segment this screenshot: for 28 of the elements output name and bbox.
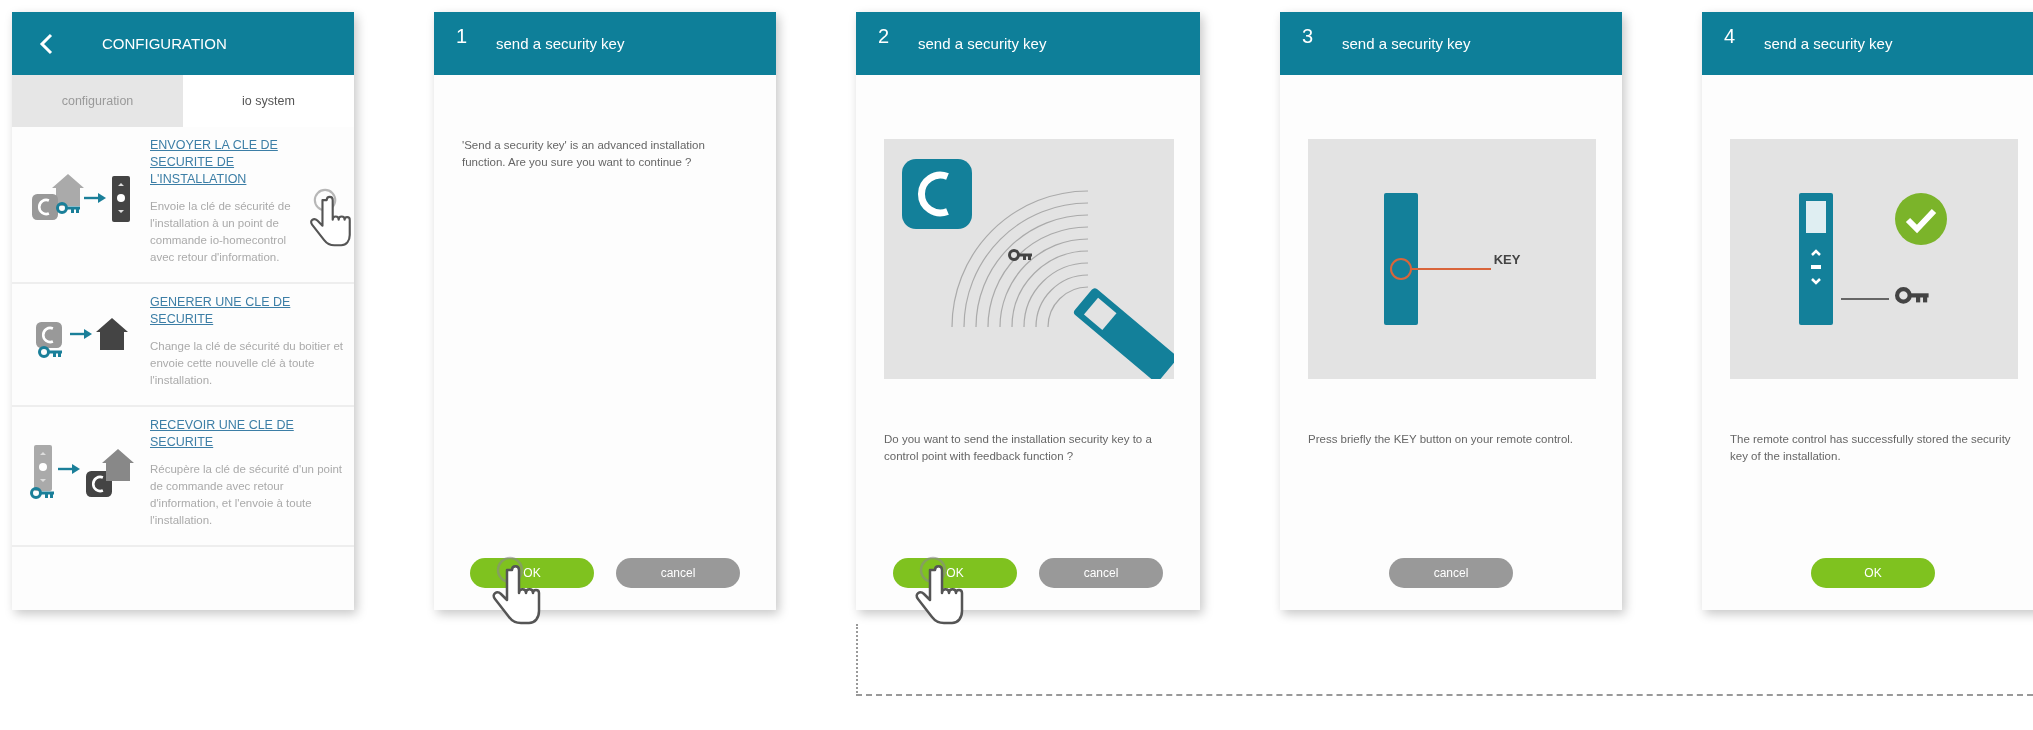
message-text: The remote control has successfully stored the security key of the installation. [1730, 432, 2012, 464]
item-title-link[interactable]: ENVOYER LA CLE DE SECURITE DE L'INSTALLATION [150, 137, 300, 188]
screen-title: send a security key [496, 35, 625, 52]
item-title-link[interactable]: RECEVOIR UNE CLE DE SECURITE [150, 417, 344, 451]
item-description: Récupère la clé de sécurité d'un point de commande avec retour d'information, et l'envoie à toute l'installation. [150, 462, 344, 528]
step-number: 2 [877, 25, 891, 48]
back-icon[interactable] [38, 32, 54, 55]
screen-title: send a security key [1764, 35, 1893, 52]
step-number: 4 [1723, 25, 1737, 48]
list-item[interactable]: ENVOYER LA CLE DE SECURITE DE L'INSTALLATION Envoie la clé de sécurité de l'installation à un point de commande io-homecontrol avec retour d'information. [12, 127, 354, 284]
step-number: 3 [1301, 25, 1315, 48]
list-item[interactable]: GENERER UNE CLE DE SECURITE Change la clé de sécurité du boitier et envoie cette nouvelle clé à toute l'installation. [12, 284, 354, 407]
step-number: 1 [455, 25, 469, 48]
cancel-button[interactable]: cancel [1389, 558, 1513, 588]
screen-title: CONFIGURATION [102, 35, 227, 52]
cancel-button[interactable]: cancel [616, 558, 740, 588]
item-description: Change la clé de sécurité du boitier et envoie cette nouvelle clé à toute l'installation. [150, 339, 344, 388]
screen-title: send a security key [918, 35, 1047, 52]
message-text: Press briefly the KEY button on your remote control. [1308, 432, 1575, 447]
tab[interactable]: configuration [12, 75, 183, 127]
key-label: KEY [1493, 251, 1521, 267]
item-description: Envoie la clé de sécurité de l'installation à un point de commande io-homecontrol avec retour d'information. [150, 199, 292, 265]
item-title-link[interactable]: GENERER UNE CLE DE SECURITE [150, 294, 344, 328]
list-item[interactable]: RECEVOIR UNE CLE DE SECURITE Récupère la clé de sécurité d'un point de commande avec retour d'information, et l'envoie à toute l'installation. [12, 407, 354, 547]
screen-title: send a security key [1342, 35, 1471, 52]
cancel-button[interactable]: cancel [1039, 558, 1163, 588]
message-text: 'Send a security key' is an advanced installation function. Are you sure you want to continue ? [462, 138, 706, 170]
message-text: Do you want to send the installation security key to a control point with feedback function ? [884, 432, 1153, 464]
